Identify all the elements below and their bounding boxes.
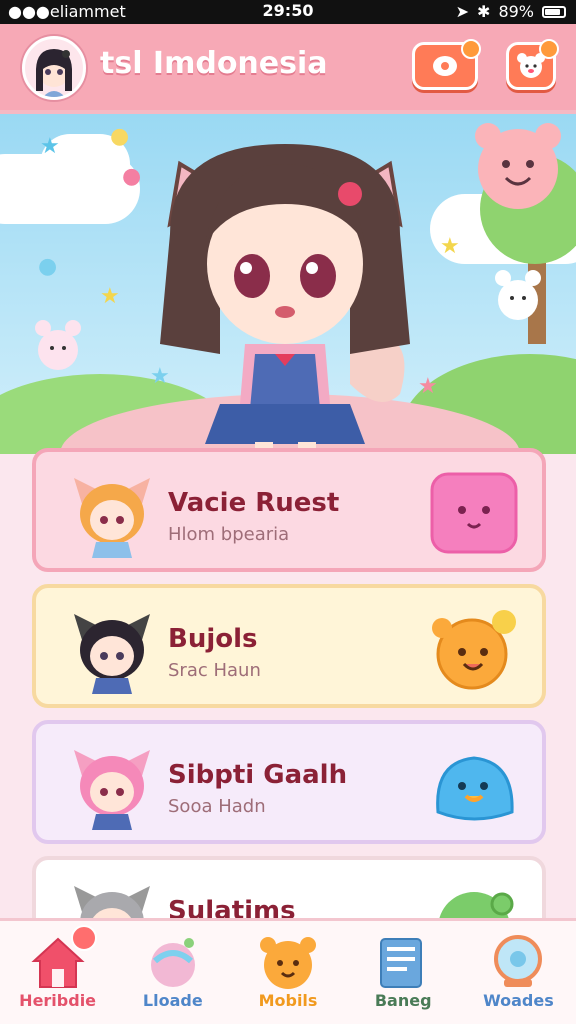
star-icon: ★ (440, 234, 460, 259)
globe-icon (494, 935, 543, 987)
nav-item-woades[interactable]: Woades (461, 921, 576, 1024)
blue-blob-mascot (436, 756, 514, 821)
featured-character-illustration[interactable] (150, 124, 420, 454)
nav-label: Mobils (258, 991, 318, 1010)
character-thumbnail (74, 614, 150, 694)
nav-item-lloade[interactable]: Lloade (115, 921, 230, 1024)
notification-dot (539, 39, 559, 59)
nav-label: Lloade (142, 991, 203, 1010)
bear-icon (260, 937, 316, 989)
avatar[interactable] (22, 36, 86, 100)
notification-dot (461, 39, 481, 59)
item-subtitle: Hlom bpearia (168, 524, 290, 545)
list-item[interactable]: Vacie Ruest Hlom bpearia (32, 448, 546, 572)
item-title: Sibpti Gaalh (168, 760, 348, 790)
pink-cube-mascot (430, 472, 518, 554)
item-title: Sulatims (168, 896, 296, 920)
app-header: tsl Imdonesia (0, 24, 576, 114)
battery-percent: 89% (498, 2, 534, 21)
book-icon (380, 938, 423, 988)
list-item[interactable]: Sibpti Gaalh Sooa Hadn (32, 720, 546, 844)
battery-icon (542, 5, 566, 18)
balloon-icon: ● (122, 164, 142, 189)
location-icon: ➤ (455, 2, 470, 21)
green-blob-mascot (438, 892, 514, 920)
balloon-icon: ● (110, 124, 130, 149)
quest-list: Vacie Ruest Hlom bpearia Bujols Srac Hau… (0, 440, 576, 920)
nav-item-baneg[interactable]: Baneg (346, 921, 461, 1024)
nav-label: Heribdie (19, 991, 97, 1010)
bunny-mascot (35, 320, 81, 370)
nav-item-home[interactable]: Heribdie (0, 921, 115, 1024)
nav-item-mobils[interactable]: Mobils (230, 921, 345, 1024)
item-subtitle: Srac Haun (168, 660, 261, 681)
item-title: Vacie Ruest (168, 488, 340, 518)
star-icon: ★ (40, 134, 60, 159)
star-icon: ★ (100, 284, 120, 309)
nav-label: Woades (483, 991, 554, 1010)
chat-icon (433, 56, 457, 76)
character-thumbnail (74, 478, 150, 558)
status-bar: ●●●eliammet 29:50 ➤ ✱ 89% (0, 0, 576, 24)
hero-banner: ★ ★ ★ ★ ★ ● ● ● (0, 114, 576, 454)
pink-bear-mascot (475, 123, 561, 209)
pet-button[interactable] (506, 39, 559, 90)
character-thumbnail (74, 886, 150, 920)
list-item[interactable]: Bujols Srac Haun (32, 584, 546, 708)
balloon-icon: ● (38, 254, 58, 279)
orange-bear-mascot (432, 610, 516, 690)
chat-button[interactable] (412, 39, 481, 90)
bottom-navigation: Heribdie Lloade Mobils Baneg Woades (0, 918, 576, 1024)
status-right-group: ➤ ✱ 89% (456, 2, 566, 21)
page-title: tsl Imdonesia (100, 46, 328, 81)
bubble-icon (150, 938, 195, 987)
bluetooth-icon: ✱ (477, 2, 491, 21)
star-icon: ★ (418, 374, 438, 399)
nav-label: Baneg (374, 991, 432, 1010)
character-thumbnail (74, 750, 150, 830)
item-subtitle: Sooa Hadn (168, 796, 266, 817)
list-item[interactable]: Sulatims (32, 856, 546, 920)
notification-badge (71, 925, 98, 951)
item-title: Bujols (168, 624, 258, 654)
bunny-mascot (495, 270, 541, 320)
